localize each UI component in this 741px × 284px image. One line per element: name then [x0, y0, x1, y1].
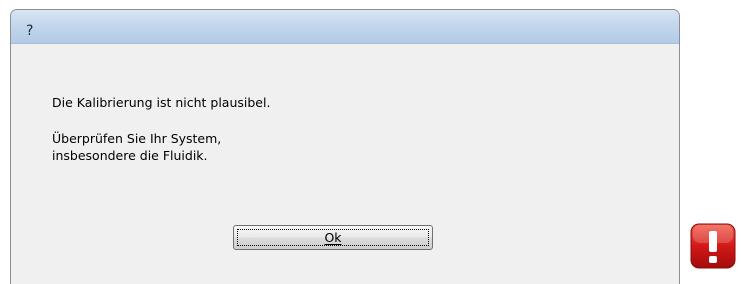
message-line-2: Überprüfen Sie Ihr System,	[52, 131, 222, 146]
message-line-1: Die Kalibrierung ist nicht plausibel.	[52, 95, 271, 110]
dialog-titlebar[interactable]: ?	[11, 10, 679, 44]
page: ? Die Kalibrierung ist nicht plausibel. …	[0, 0, 741, 284]
ok-button-focus-ring: Ok	[237, 229, 429, 246]
dialog-title: ?	[26, 23, 34, 39]
exclamation-warning-icon	[690, 223, 736, 269]
message-dialog: ? Die Kalibrierung ist nicht plausibel. …	[10, 9, 680, 284]
dialog-message: Die Kalibrierung ist nicht plausibel. Üb…	[52, 94, 270, 164]
message-line-3: insbesondere die Fluidik.	[52, 148, 208, 163]
ok-button[interactable]: Ok	[233, 225, 433, 250]
ok-button-label: Ok	[324, 230, 342, 245]
